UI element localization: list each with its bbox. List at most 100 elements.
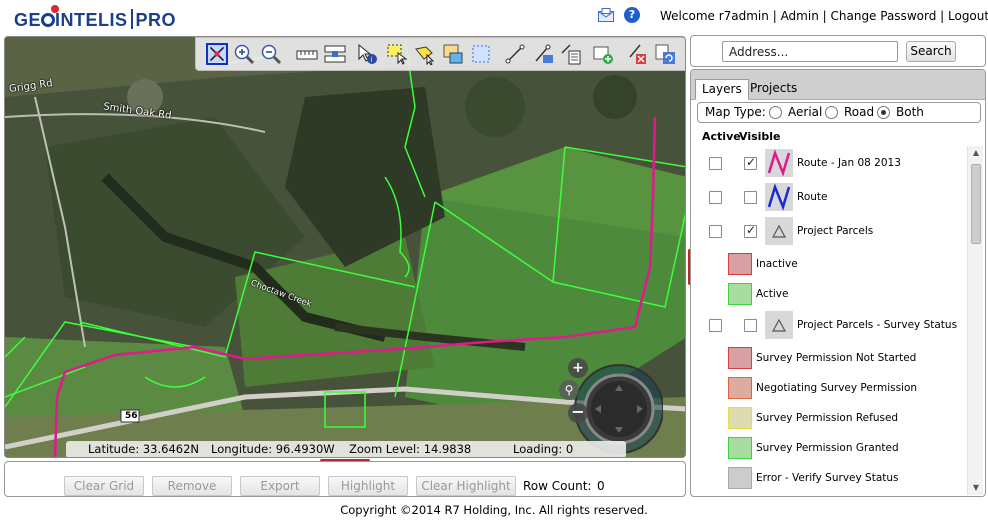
- map-type-aerial-radio[interactable]: [769, 106, 782, 119]
- loading-readout: Loading: 0: [513, 442, 574, 456]
- add-layer-icon[interactable]: [592, 43, 614, 65]
- mail-icon[interactable]: [598, 8, 614, 22]
- layer-name: Route: [797, 191, 828, 203]
- tab-projects[interactable]: Projects: [744, 79, 803, 100]
- legend-label: Negotiating Survey Permission: [756, 382, 918, 394]
- layers-panel: Layers Projects Map Type: Aerial Road Bo…: [690, 69, 986, 497]
- legend-swatch: [728, 377, 752, 399]
- clear-grid-button[interactable]: Clear Grid: [64, 476, 144, 496]
- legend-row-inactive: Inactive: [691, 250, 967, 282]
- delete-route-icon[interactable]: [626, 43, 648, 65]
- legend-row-survey-permission-granted: Survey Permission Granted: [691, 434, 967, 466]
- legend-label: Survey Permission Granted: [756, 442, 899, 454]
- legend-label: Survey Permission Not Started: [756, 352, 917, 364]
- change-password-link[interactable]: Change Password: [831, 9, 937, 23]
- admin-link[interactable]: Admin: [781, 9, 819, 23]
- legend-label: Inactive: [756, 258, 798, 270]
- search-button[interactable]: Search: [906, 41, 956, 62]
- map-view[interactable]: Grigg Rd Smith Oak Rd Choctaw Creek 56 i…: [4, 36, 686, 458]
- row-count-value: 0: [597, 479, 605, 493]
- map-type-label: Map Type:: [705, 105, 766, 119]
- address-input[interactable]: [722, 41, 898, 62]
- map-type-road-label: Road: [844, 105, 875, 119]
- clear-highlight-button[interactable]: Clear Highlight: [416, 476, 516, 496]
- legend-swatch: [728, 407, 752, 429]
- nav-zoom-out-button[interactable]: −: [568, 403, 588, 423]
- legend-swatch: [728, 347, 752, 369]
- map-type-aerial-label: Aerial: [788, 105, 823, 119]
- layer-visible-checkbox[interactable]: [744, 191, 757, 204]
- legend-label: Error - Verify Survey Status: [756, 472, 899, 484]
- clear-selection-icon[interactable]: [470, 43, 492, 65]
- zoom-level-readout: Zoom Level: 14.9838: [349, 442, 472, 456]
- route-line-icon: [765, 149, 793, 177]
- route-report-icon[interactable]: [560, 43, 582, 65]
- nav-zoom-in-button[interactable]: +: [568, 358, 588, 378]
- measure-area-icon[interactable]: [324, 43, 346, 65]
- footer-copyright: Copyright ©2014 R7 Holding, Inc. All rig…: [340, 503, 648, 517]
- welcome-bar: Welcome r7admin | Admin | Change Passwor…: [660, 9, 988, 23]
- latitude-readout: Latitude: 33.6462N: [88, 442, 200, 456]
- legend-swatch: [728, 253, 752, 275]
- measure-icon[interactable]: [296, 43, 318, 65]
- layer-active-checkbox[interactable]: [709, 319, 722, 332]
- layer-row-project-parcels-survey-status: Project Parcels - Survey Status: [691, 310, 967, 342]
- scroll-down-arrow-icon[interactable]: ▼: [968, 481, 984, 495]
- layer-list-scrollbar[interactable]: ▲ ▼: [967, 146, 983, 495]
- highlight-button[interactable]: Highlight: [328, 476, 408, 496]
- map-type-both-label: Both: [896, 105, 924, 119]
- refresh-layer-icon[interactable]: [654, 43, 676, 65]
- logo: GE INTELIS PRO: [14, 5, 176, 33]
- map-type-selector: Map Type: Aerial Road Both: [697, 102, 981, 123]
- layer-visible-checkbox[interactable]: [744, 319, 757, 332]
- welcome-text: Welcome r7admin: [660, 9, 769, 23]
- map-type-both-radio[interactable]: [877, 106, 890, 119]
- scroll-up-arrow-icon[interactable]: ▲: [968, 146, 984, 160]
- longitude-readout: Longitude: 96.4930W: [211, 442, 335, 456]
- road-shield-56: 56: [125, 411, 138, 421]
- layer-list: Route - Jan 08 2013 Route Project Parcel…: [691, 146, 967, 496]
- svg-text:i: i: [371, 56, 373, 64]
- layer-row-route: Route: [691, 182, 967, 214]
- help-icon[interactable]: ?: [624, 7, 640, 23]
- select-feature-icon[interactable]: [414, 43, 436, 65]
- magnifier-icon[interactable]: ⚲: [559, 380, 579, 400]
- address-search-panel: Search: [690, 35, 986, 67]
- legend-label: Survey Permission Refused: [756, 412, 899, 424]
- layer-active-checkbox[interactable]: [709, 225, 722, 238]
- column-header-active: Active: [702, 130, 741, 143]
- legend-label: Active: [756, 288, 789, 300]
- tab-layers[interactable]: Layers: [695, 79, 749, 100]
- legend-row-survey-permission-not-started: Survey Permission Not Started: [691, 344, 967, 376]
- select-rectangle-icon[interactable]: [386, 43, 408, 65]
- layer-visible-checkbox[interactable]: [744, 155, 757, 170]
- full-extent-icon[interactable]: [206, 43, 228, 65]
- logo-pin-icon: [51, 5, 59, 13]
- layer-name: Project Parcels - Survey Status: [797, 319, 958, 331]
- layer-visible-checkbox[interactable]: [744, 223, 757, 238]
- logout-link[interactable]: Logout: [948, 9, 988, 23]
- logo-globe-icon: [41, 13, 56, 27]
- polygon-icon: [765, 217, 793, 245]
- layer-active-checkbox[interactable]: [709, 157, 722, 170]
- export-button[interactable]: Export: [240, 476, 320, 496]
- layer-active-checkbox[interactable]: [709, 191, 722, 204]
- layer-export-icon[interactable]: [442, 43, 464, 65]
- layer-name: Route - Jan 08 2013: [797, 157, 901, 169]
- identify-icon[interactable]: i: [356, 43, 378, 65]
- layer-row-project-parcels: Project Parcels: [691, 216, 967, 248]
- legend-swatch: [728, 283, 752, 305]
- zoom-out-icon[interactable]: [260, 43, 282, 65]
- layer-row-route-jan-08-2013: Route - Jan 08 2013: [691, 148, 967, 180]
- remove-button[interactable]: Remove: [152, 476, 232, 496]
- legend-row-active: Active: [691, 280, 967, 312]
- scrollbar-thumb[interactable]: [971, 164, 981, 244]
- row-count-label: Row Count:: [523, 479, 592, 493]
- route-line-icon: [765, 183, 793, 211]
- column-header-visible: Visible: [739, 130, 781, 143]
- route-export-icon[interactable]: [532, 43, 554, 65]
- zoom-in-icon[interactable]: [233, 43, 255, 65]
- map-type-road-radio[interactable]: [825, 106, 838, 119]
- draw-line-icon[interactable]: [504, 43, 526, 65]
- legend-row-error-verify-survey-status: Error - Verify Survey Status: [691, 464, 967, 496]
